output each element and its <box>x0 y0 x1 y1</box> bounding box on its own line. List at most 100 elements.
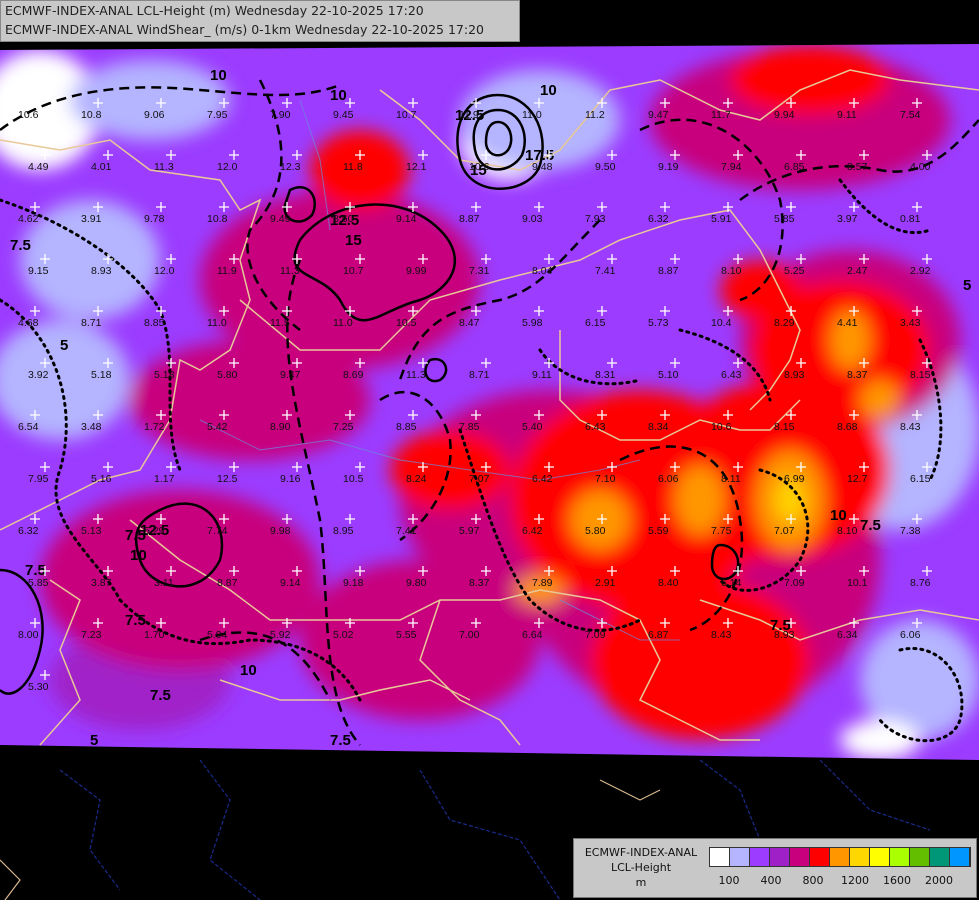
station-value: 11.0 <box>333 317 353 329</box>
legend-swatch <box>830 848 850 866</box>
station-value: 5.94 <box>207 629 228 641</box>
station-value: 10.1 <box>847 577 868 589</box>
station-value: 8.04 <box>532 265 553 277</box>
station-value: 2.91 <box>595 577 616 589</box>
station-value: 1.70 <box>144 629 165 641</box>
station-value: 9.45 <box>333 109 354 121</box>
station-value: 12.5 <box>217 473 238 485</box>
station-value: 8.95 <box>333 525 354 537</box>
legend-swatch <box>870 848 890 866</box>
station-value: 10.4 <box>711 317 732 329</box>
station-value: 11.2 <box>585 109 605 121</box>
station-value: 7.38 <box>900 525 921 537</box>
station-value: 1.72 <box>144 421 165 433</box>
legend-title-block: ECMWF-INDEX-ANAL LCL-Height m <box>578 845 704 890</box>
legend-ticks: 100 400 800 1200 1600 2000 <box>709 874 969 888</box>
station-value: 5.18 <box>154 369 175 381</box>
contour-label: 10 <box>540 82 557 99</box>
station-value: 6.06 <box>900 629 921 641</box>
station-value: 3.92 <box>28 369 49 381</box>
station-value: 8.57 <box>847 161 868 173</box>
station-value: 8.37 <box>847 369 868 381</box>
station-value: 6.42 <box>522 525 543 537</box>
station-value: 5.80 <box>217 369 238 381</box>
station-value: 9.99 <box>406 265 427 277</box>
station-value: 7.07 <box>774 525 795 537</box>
contour-label: 10 <box>240 662 257 679</box>
contour-label: 10 <box>210 67 227 84</box>
station-value: 6.99 <box>784 473 805 485</box>
station-value: 7.25 <box>333 421 354 433</box>
station-value: 4.62 <box>18 213 39 225</box>
station-value: 9.16 <box>280 473 301 485</box>
contour-label: 7.5 <box>330 732 351 749</box>
station-value: 5.42 <box>207 421 228 433</box>
station-value: 6.64 <box>522 629 543 641</box>
station-value: 4.01 <box>91 161 112 173</box>
station-value: 6.06 <box>658 473 679 485</box>
station-value: 11.3 <box>154 161 174 173</box>
station-value: 9.19 <box>658 161 679 173</box>
station-value: 3.87 <box>91 577 112 589</box>
station-value: 11.8 <box>343 161 363 173</box>
contour-label: 10 <box>130 547 147 564</box>
station-value: 8.93 <box>91 265 112 277</box>
station-value: 6.32 <box>18 525 39 537</box>
station-value: 7.54 <box>900 109 921 121</box>
station-value: 4.49 <box>28 161 49 173</box>
station-value: 9.18 <box>343 577 364 589</box>
station-value: 4.00 <box>910 161 931 173</box>
station-value: 3.11 <box>154 577 174 589</box>
station-value: 2.92 <box>910 265 931 277</box>
station-value: 8.37 <box>469 577 490 589</box>
legend-swatch <box>930 848 950 866</box>
station-value: 9.11 <box>532 369 552 381</box>
station-value: 9.14 <box>280 577 301 589</box>
station-value: 6.15 <box>910 473 931 485</box>
station-value: 8.40 <box>658 577 679 589</box>
station-value: 7.94 <box>721 161 742 173</box>
contour-label: 10 <box>330 87 347 104</box>
station-value: 8.31 <box>595 369 616 381</box>
contour-label: 5 <box>963 277 971 294</box>
station-value: 10.8 <box>207 213 228 225</box>
header-line-windshear: ECMWF-INDEX-ANAL WindShear_ (m/s) 0-1km … <box>5 22 484 37</box>
station-value: 5.98 <box>522 317 543 329</box>
station-value: 5.92 <box>270 629 291 641</box>
station-value: 11.9 <box>459 109 479 121</box>
station-value: 8.43 <box>711 629 732 641</box>
station-value: 11.9 <box>217 265 237 277</box>
station-value: 9.15 <box>28 265 49 277</box>
station-value: 6.54 <box>18 421 39 433</box>
legend-swatch <box>950 848 970 866</box>
map-header: ECMWF-INDEX-ANAL LCL-Height (m) Wednesda… <box>0 0 520 42</box>
contour-label: 10 <box>830 507 847 524</box>
station-value: 10.7 <box>396 109 417 121</box>
station-value: 8.71 <box>81 317 102 329</box>
station-value: 7.95 <box>207 109 228 121</box>
legend-swatch <box>770 848 790 866</box>
station-value: 6.32 <box>648 213 669 225</box>
legend-tick-label: 800 <box>802 874 824 887</box>
station-value: 6.87 <box>648 629 669 641</box>
station-value: 0.81 <box>900 213 921 225</box>
station-value: 11.5 <box>270 317 290 329</box>
station-value: 5.97 <box>459 525 480 537</box>
station-value: 9.48 <box>532 161 553 173</box>
station-value: 8.47 <box>459 317 480 329</box>
station-value: 7.93 <box>585 213 606 225</box>
station-value: 8.10 <box>837 525 858 537</box>
station-value: 7.31 <box>469 265 490 277</box>
station-value: 9.06 <box>144 109 165 121</box>
station-value: 5.16 <box>91 473 112 485</box>
station-value: 10.8 <box>81 109 102 121</box>
station-value: 8.15 <box>774 421 795 433</box>
station-value: 11.7 <box>711 109 731 121</box>
station-value: 6.42 <box>532 473 553 485</box>
contour-label: 5 <box>90 732 98 749</box>
header-line-lcl: ECMWF-INDEX-ANAL LCL-Height (m) Wednesda… <box>5 3 424 18</box>
legend-tick-label: 1200 <box>841 874 869 887</box>
station-value: 5.73 <box>648 317 669 329</box>
station-value: 8.85 <box>396 421 417 433</box>
station-value: 7.41 <box>396 525 417 537</box>
